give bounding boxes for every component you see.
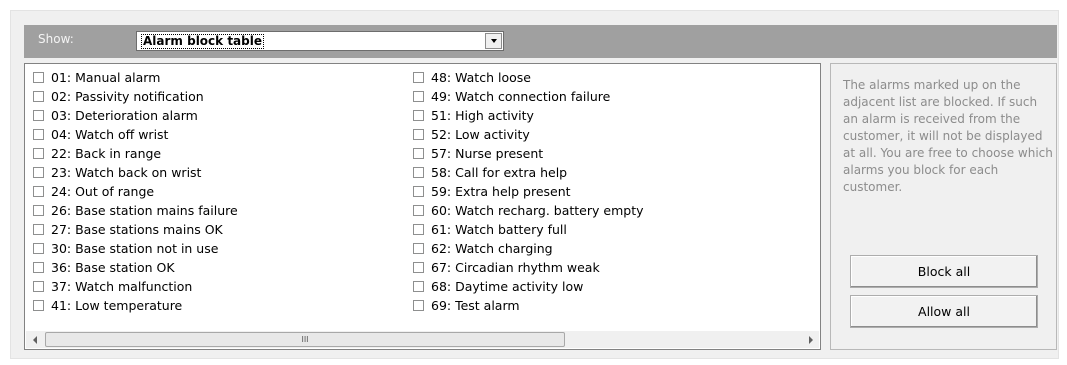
alarm-item[interactable]: 62: Watch charging [413, 239, 644, 258]
alarm-label: 69: Test alarm [431, 298, 520, 313]
alarm-item[interactable]: 22: Back in range [33, 144, 238, 163]
allow-all-button[interactable]: Allow all [850, 295, 1038, 328]
alarm-checkbox[interactable] [413, 224, 424, 235]
alarm-item[interactable]: 52: Low activity [413, 125, 644, 144]
alarm-item[interactable]: 49: Watch connection failure [413, 87, 644, 106]
alarm-label: 02: Passivity notification [51, 89, 204, 104]
alarm-item[interactable]: 58: Call for extra help [413, 163, 644, 182]
alarm-label: 52: Low activity [431, 127, 530, 142]
alarm-label: 30: Base station not in use [51, 241, 219, 256]
alarm-label: 51: High activity [431, 108, 534, 123]
alarm-item[interactable]: 68: Daytime activity low [413, 277, 644, 296]
chevron-down-icon [490, 39, 497, 43]
alarm-checkbox[interactable] [33, 186, 44, 197]
alarm-label: 67: Circadian rhythm weak [431, 260, 600, 275]
alarm-label: 23: Watch back on wrist [51, 165, 202, 180]
alarm-checkbox[interactable] [33, 129, 44, 140]
alarm-item[interactable]: 57: Nurse present [413, 144, 644, 163]
alarm-label: 41: Low temperature [51, 298, 183, 313]
alarm-label: 04: Watch off wrist [51, 127, 169, 142]
alarm-checkbox[interactable] [413, 129, 424, 140]
alarm-checkbox[interactable] [413, 300, 424, 311]
alarm-checkbox[interactable] [33, 224, 44, 235]
alarm-item[interactable]: 67: Circadian rhythm weak [413, 258, 644, 277]
alarm-item[interactable]: 03: Deterioration alarm [33, 106, 238, 125]
alarm-item[interactable]: 04: Watch off wrist [33, 125, 238, 144]
alarm-label: 22: Back in range [51, 146, 162, 161]
alarm-item[interactable]: 24: Out of range [33, 182, 238, 201]
alarm-label: 57: Nurse present [431, 146, 544, 161]
alarm-label: 68: Daytime activity low [431, 279, 584, 294]
alarm-label: 49: Watch connection failure [431, 89, 611, 104]
alarm-label: 03: Deterioration alarm [51, 108, 198, 123]
alarm-label: 36: Base station OK [51, 260, 175, 275]
alarm-item[interactable]: 61: Watch battery full [413, 220, 644, 239]
alarm-checkbox[interactable] [33, 148, 44, 159]
alarm-label: 61: Watch battery full [431, 222, 567, 237]
alarm-label: 37: Watch malfunction [51, 279, 193, 294]
alarm-checkbox[interactable] [413, 205, 424, 216]
alarm-label: 62: Watch charging [431, 241, 553, 256]
alarm-item[interactable]: 26: Base station mains failure [33, 201, 238, 220]
alarm-label: 58: Call for extra help [431, 165, 568, 180]
info-panel: The alarms marked up on the adjacent lis… [830, 63, 1057, 350]
alarm-checkbox[interactable] [33, 262, 44, 273]
scroll-right-button[interactable] [802, 331, 819, 348]
alarm-label: 59: Extra help present [431, 184, 571, 199]
scroll-thumb[interactable]: III [45, 332, 565, 347]
alarm-checkbox[interactable] [33, 243, 44, 254]
alarm-checkbox[interactable] [413, 262, 424, 273]
alarm-list-column-1: 01: Manual alarm 02: Passivity notificati… [33, 68, 238, 315]
block-all-button[interactable]: Block all [850, 255, 1038, 288]
alarm-item[interactable]: 30: Base station not in use [33, 239, 238, 258]
alarm-checkbox[interactable] [33, 110, 44, 121]
alarm-label: 24: Out of range [51, 184, 155, 199]
show-dropdown-value: Alarm block table [141, 34, 264, 49]
alarm-item[interactable]: 27: Base stations mains OK [33, 220, 238, 239]
alarm-label: 27: Base stations mains OK [51, 222, 223, 237]
alarm-item[interactable]: 37: Watch malfunction [33, 277, 238, 296]
alarm-item[interactable]: 59: Extra help present [413, 182, 644, 201]
arrow-left-icon [32, 335, 37, 344]
alarm-checkbox[interactable] [33, 91, 44, 102]
alarm-item[interactable]: 41: Low temperature [33, 296, 238, 315]
alarm-label: 26: Base station mains failure [51, 203, 238, 218]
alarm-checkbox[interactable] [33, 300, 44, 311]
show-label: Show: [38, 32, 74, 46]
alarm-list[interactable]: 01: Manual alarm 02: Passivity notificati… [24, 63, 821, 350]
alarm-checkbox[interactable] [413, 91, 424, 102]
alarm-checkbox[interactable] [33, 167, 44, 178]
alarm-label: 60: Watch recharg. battery empty [431, 203, 644, 218]
alarm-item[interactable]: 69: Test alarm [413, 296, 644, 315]
alarm-item[interactable]: 48: Watch loose [413, 68, 644, 87]
scroll-left-button[interactable] [26, 331, 43, 348]
alarm-checkbox[interactable] [413, 281, 424, 292]
horizontal-scrollbar[interactable]: III [26, 331, 819, 348]
alarm-label: 48: Watch loose [431, 70, 531, 85]
alarm-item[interactable]: 02: Passivity notification [33, 87, 238, 106]
show-dropdown[interactable]: Alarm block table [136, 31, 504, 51]
info-text: The alarms marked up on the adjacent lis… [843, 78, 1053, 194]
alarm-checkbox[interactable] [413, 72, 424, 83]
alarm-item[interactable]: 51: High activity [413, 106, 644, 125]
alarm-checkbox[interactable] [413, 148, 424, 159]
alarm-checkbox[interactable] [413, 186, 424, 197]
show-bar: Show: Alarm block table [24, 25, 1057, 58]
alarm-item[interactable]: 60: Watch recharg. battery empty [413, 201, 644, 220]
alarm-list-column-2: 48: Watch loose 49: Watch connection fail… [413, 68, 644, 315]
alarm-item[interactable]: 01: Manual alarm [33, 68, 238, 87]
dropdown-arrow-button[interactable] [485, 33, 502, 49]
alarm-label: 01: Manual alarm [51, 70, 161, 85]
alarm-checkbox[interactable] [33, 281, 44, 292]
alarm-checkbox[interactable] [413, 167, 424, 178]
alarm-checkbox[interactable] [413, 110, 424, 121]
alarm-checkbox[interactable] [413, 243, 424, 254]
alarm-checkbox[interactable] [33, 72, 44, 83]
alarm-item[interactable]: 23: Watch back on wrist [33, 163, 238, 182]
alarm-item[interactable]: 36: Base station OK [33, 258, 238, 277]
alarm-checkbox[interactable] [33, 205, 44, 216]
arrow-right-icon [808, 335, 813, 344]
